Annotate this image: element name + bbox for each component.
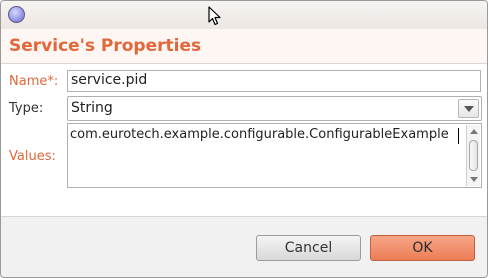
scrollbar-thumb[interactable] — [469, 140, 478, 171]
ok-button[interactable]: OK — [370, 235, 475, 261]
footer-divider — [1, 216, 487, 217]
scroll-up-icon[interactable] — [470, 129, 478, 134]
window-titlebar — [1, 1, 487, 29]
values-label: Values: — [9, 149, 56, 164]
type-selected-value: String — [71, 100, 113, 116]
type-dropdown-button[interactable] — [458, 99, 479, 118]
values-scrollbar[interactable] — [466, 125, 480, 186]
service-properties-dialog: Service's Properties Name*: service.pid … — [0, 0, 488, 278]
scroll-down-icon[interactable] — [470, 177, 478, 182]
text-caret — [458, 128, 459, 144]
type-select[interactable]: String — [67, 96, 482, 121]
type-label: Type: — [9, 101, 44, 116]
dialog-title: Service's Properties — [9, 36, 202, 56]
chevron-down-icon — [464, 106, 474, 112]
mouse-pointer-icon — [208, 6, 221, 26]
cancel-button[interactable]: Cancel — [256, 235, 361, 261]
values-text: com.eurotech.example.configurable.Config… — [70, 127, 449, 142]
close-icon[interactable] — [8, 6, 25, 23]
name-field[interactable]: service.pid — [67, 70, 481, 92]
name-label: Name*: — [9, 74, 59, 89]
values-textarea[interactable]: com.eurotech.example.configurable.Config… — [67, 123, 482, 188]
